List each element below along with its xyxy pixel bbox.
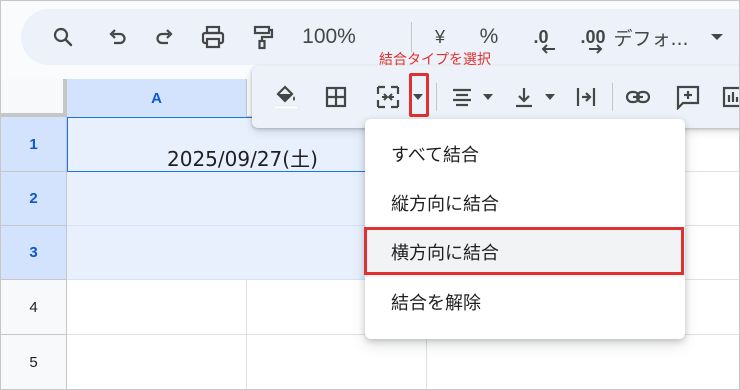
menu-item-merge-vertically[interactable]: 縦方向に結合 — [365, 178, 685, 228]
merged-cell-value: 2025/09/27(土) — [167, 147, 318, 171]
cell-b5[interactable] — [247, 335, 427, 389]
row-header-2[interactable]: 2 — [1, 172, 67, 226]
cell-c5[interactable] — [427, 335, 739, 389]
row-header-3[interactable]: 3 — [1, 226, 67, 280]
row-header-4[interactable]: 4 — [1, 280, 67, 335]
row-header-1[interactable]: 1 — [1, 117, 67, 172]
menu-item-unmerge[interactable]: 結合を解除 — [365, 277, 685, 327]
borders-icon[interactable] — [316, 66, 356, 128]
chevron-down-icon[interactable] — [707, 9, 727, 65]
select-all-corner[interactable] — [1, 79, 67, 117]
toolbar-divider — [436, 83, 437, 111]
paint-format-icon[interactable] — [245, 9, 281, 65]
cell-a5[interactable] — [67, 335, 247, 389]
cell-a4[interactable] — [67, 280, 247, 335]
toolbar-divider — [612, 83, 613, 111]
annotation-label: 結合タイプを選択 — [379, 52, 491, 68]
fill-color-icon[interactable] — [268, 66, 304, 128]
column-header-a[interactable]: A — [67, 79, 247, 117]
undo-icon[interactable] — [99, 9, 135, 65]
menu-item-merge-all[interactable]: すべて結合 — [365, 129, 685, 179]
annotation-highlight-box — [409, 73, 429, 117]
print-icon[interactable] — [195, 9, 231, 65]
format-select[interactable]: デフォ... — [603, 9, 699, 65]
search-icon[interactable] — [45, 9, 81, 65]
spreadsheet-window: 100% ¥ % .0 .00 デフォ... A 1 2 3 4 5 2025/… — [0, 0, 740, 390]
decrease-decimal-button[interactable]: .0 — [521, 9, 561, 65]
redo-icon[interactable] — [147, 9, 183, 65]
toolbar-divider — [411, 22, 412, 52]
row-header-5[interactable]: 5 — [1, 335, 67, 389]
zoom-select[interactable]: 100% — [293, 9, 365, 65]
annotation-menu-highlight — [364, 227, 684, 275]
chart-icon[interactable] — [718, 66, 739, 128]
